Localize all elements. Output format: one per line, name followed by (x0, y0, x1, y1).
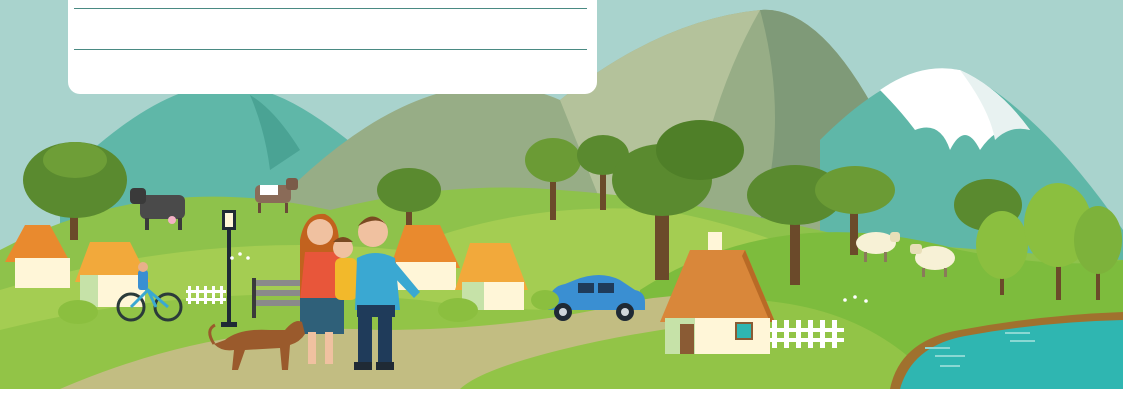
divider-rule-1 (74, 8, 587, 9)
divider-rule-2 (74, 49, 587, 50)
caption-line-1 (78, 0, 583, 1)
caption-line-2 (78, 20, 583, 42)
caption-panel (68, 0, 597, 94)
